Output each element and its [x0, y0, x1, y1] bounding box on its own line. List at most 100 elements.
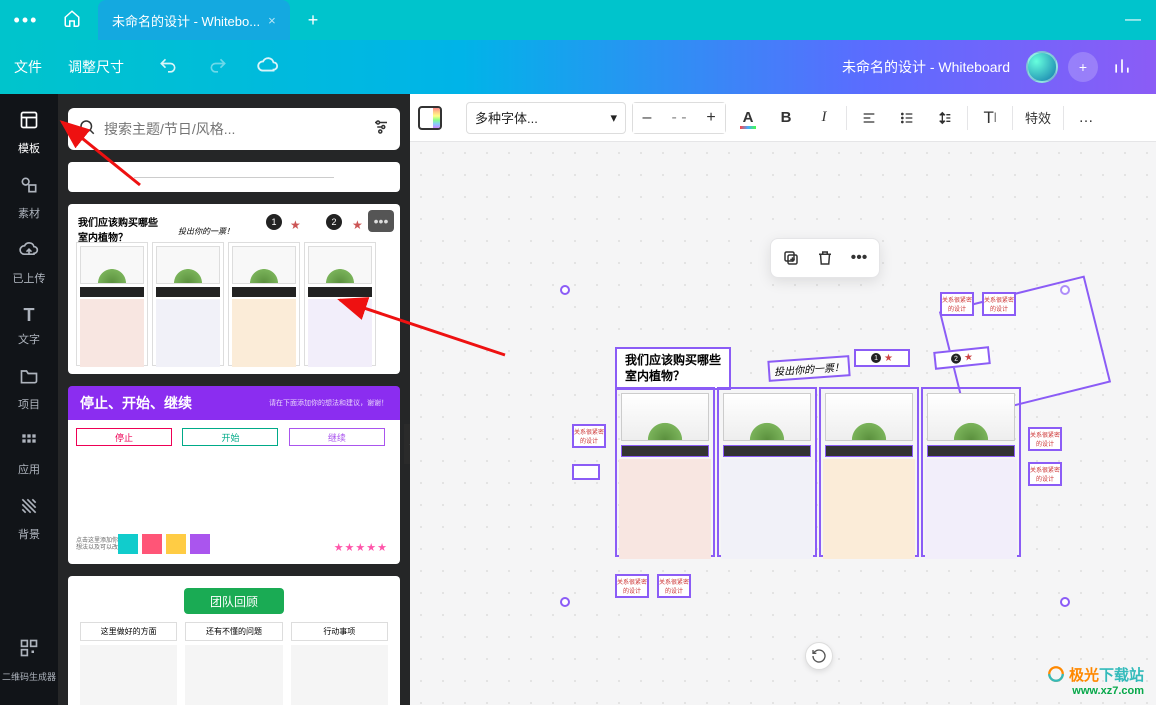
delete-button[interactable] [811, 244, 839, 272]
template-stop-sub: 请在下面添加你的想法和建议，谢谢！ [269, 398, 388, 408]
search-input[interactable] [104, 121, 372, 137]
analytics-button[interactable] [1112, 56, 1132, 79]
template-card-plants[interactable]: ••• 我们应该购买哪些室内植物？ 投出你的一票！ 1 2 ★ ★ [68, 204, 400, 374]
template-card-stopstart[interactable]: 停止、开始、继续请在下面添加你的想法和建议，谢谢！ 停止 开始 继续 点击这里添… [68, 386, 400, 564]
spacing-button[interactable] [929, 102, 961, 134]
background-icon [0, 496, 58, 521]
number-badge: 1 [266, 214, 282, 230]
rail-templates[interactable]: 模板 [0, 102, 58, 167]
templates-panel: ••• 我们应该购买哪些室内植物？ 投出你的一票！ 1 2 ★ ★ 停止、开始、… [58, 94, 410, 705]
rail-background[interactable]: 背景 [0, 488, 58, 553]
share-add-button[interactable]: + [1068, 52, 1098, 82]
canvas-column[interactable] [819, 387, 919, 557]
resize-handle[interactable] [560, 597, 570, 607]
decrease-button[interactable]: – [633, 103, 661, 133]
canvas-sticky-note[interactable]: 关系很紧密的设计 [657, 574, 691, 598]
more-options-button[interactable]: ••• [845, 244, 873, 272]
canvas-sticky-note[interactable]: 关系很紧密的设计 [572, 424, 606, 448]
template-search[interactable] [68, 108, 400, 150]
rail-qrcode[interactable]: 二维码生成器 [0, 630, 58, 695]
template-options-button[interactable]: ••• [368, 210, 394, 232]
rail-uploads[interactable]: 已上传 [0, 232, 58, 297]
undo-button[interactable] [150, 56, 186, 79]
duplicate-button[interactable] [777, 244, 805, 272]
list-button[interactable] [891, 102, 923, 134]
rail-apps[interactable]: 应用 [0, 423, 58, 488]
bold-button[interactable]: B [770, 102, 802, 134]
font-selector[interactable]: 多种字体... ▾ [466, 102, 626, 134]
template-card-team[interactable]: 团队回顾 这里做好的方面 还有不懂的问题 行动事项 [68, 576, 400, 705]
redo-button[interactable] [200, 56, 236, 79]
home-button[interactable] [52, 9, 92, 32]
rotate-handle[interactable] [805, 642, 833, 670]
font-size-value[interactable]: - - [661, 109, 697, 127]
chevron-down-icon: ▾ [610, 110, 617, 126]
rail-templates-label: 模板 [18, 143, 40, 155]
rail-projects[interactable]: 项目 [0, 358, 58, 423]
canvas-column[interactable] [921, 387, 1021, 557]
template-stop-title: 停止、开始、继续 [80, 393, 192, 413]
property-toolbar: 多种字体... ▾ – - - + A B I T| 特效 … [410, 94, 1156, 142]
number-badge: 2 [326, 214, 342, 230]
rail-uploads-label: 已上传 [13, 273, 46, 285]
document-title[interactable]: 未命名的设计 - Whiteboard [842, 57, 1010, 77]
window-minimize-button[interactable]: — [1110, 0, 1156, 40]
template-plants-vote: 投出你的一票！ [178, 226, 234, 237]
star-icon: ★ [290, 218, 301, 232]
resize-handle[interactable] [560, 285, 570, 295]
uploads-icon [0, 240, 58, 265]
text-icon: T [0, 305, 58, 326]
filter-icon[interactable] [372, 118, 390, 141]
close-tab-icon[interactable]: × [268, 13, 276, 28]
canvas-sticky-note[interactable]: 关系很紧密的设计 [1028, 462, 1062, 486]
cloud-sync-icon[interactable] [250, 55, 286, 80]
apps-icon [0, 431, 58, 456]
color-picker-button[interactable] [418, 106, 442, 130]
star-icon: ★ [352, 218, 363, 232]
menu-resize[interactable]: 调整尺寸 [68, 57, 124, 77]
align-button[interactable] [853, 102, 885, 134]
rail-projects-label: 项目 [18, 399, 40, 411]
rail-text[interactable]: T 文字 [0, 297, 58, 358]
canvas-sticky-note[interactable] [572, 464, 600, 480]
resize-handle[interactable] [1060, 597, 1070, 607]
text-color-button[interactable]: A [732, 102, 764, 134]
rail-text-label: 文字 [18, 334, 40, 346]
rail-background-label: 背景 [18, 529, 40, 541]
canvas-number-label[interactable]: 1★ [854, 349, 910, 367]
rail-apps-label: 应用 [18, 464, 40, 476]
elements-icon [0, 175, 58, 200]
star-icon: ★ [884, 353, 893, 364]
template-card[interactable] [68, 162, 400, 192]
stars-icon: ★★★★★ [334, 541, 388, 554]
more-button[interactable]: … [1070, 102, 1102, 134]
effects-button[interactable]: 特效 [1019, 102, 1057, 134]
text-style-button[interactable]: T| [974, 102, 1006, 134]
canvas-sticky-note[interactable]: 关系很紧密的设计 [615, 574, 649, 598]
canvas-sticky-note[interactable]: 关系很紧密的设计 [1028, 427, 1062, 451]
user-avatar[interactable] [1026, 51, 1058, 83]
app-menu-button[interactable]: ••• [0, 10, 52, 31]
increase-button[interactable]: + [697, 103, 725, 133]
templates-icon [0, 110, 58, 135]
canvas-column[interactable] [717, 387, 817, 557]
tab-title: 未命名的设计 - Whitebo... [112, 11, 260, 30]
font-size-stepper[interactable]: – - - + [632, 102, 726, 134]
canvas-sticky-note[interactable]: 关系很紧密的设计 [982, 292, 1016, 316]
menu-file[interactable]: 文件 [14, 57, 42, 77]
canvas-text-vote[interactable]: 投出你的一票！ [767, 355, 850, 382]
new-tab-button[interactable]: + [308, 10, 319, 31]
rail-elements[interactable]: 素材 [0, 167, 58, 232]
canvas-column[interactable] [615, 387, 715, 557]
document-tab[interactable]: 未命名的设计 - Whitebo... × [98, 0, 290, 40]
search-icon [78, 118, 96, 141]
whiteboard-canvas[interactable]: ••• 我们应该购买哪些室内植物？ 投出你的一票！ 1★ 2★ 关系很紧密的设计… [410, 142, 1156, 705]
template-plants-title: 我们应该购买哪些室内植物？ [78, 214, 158, 244]
canvas-text-headline[interactable]: 我们应该购买哪些室内植物？ [615, 347, 731, 390]
rail-elements-label: 素材 [18, 208, 40, 220]
italic-button[interactable]: I [808, 102, 840, 134]
watermark: 极光下载站 www.xz7.com [1047, 664, 1144, 697]
template-team-button: 团队回顾 [184, 588, 284, 614]
qrcode-icon [0, 638, 58, 663]
canvas-sticky-note[interactable]: 关系很紧密的设计 [940, 292, 974, 316]
